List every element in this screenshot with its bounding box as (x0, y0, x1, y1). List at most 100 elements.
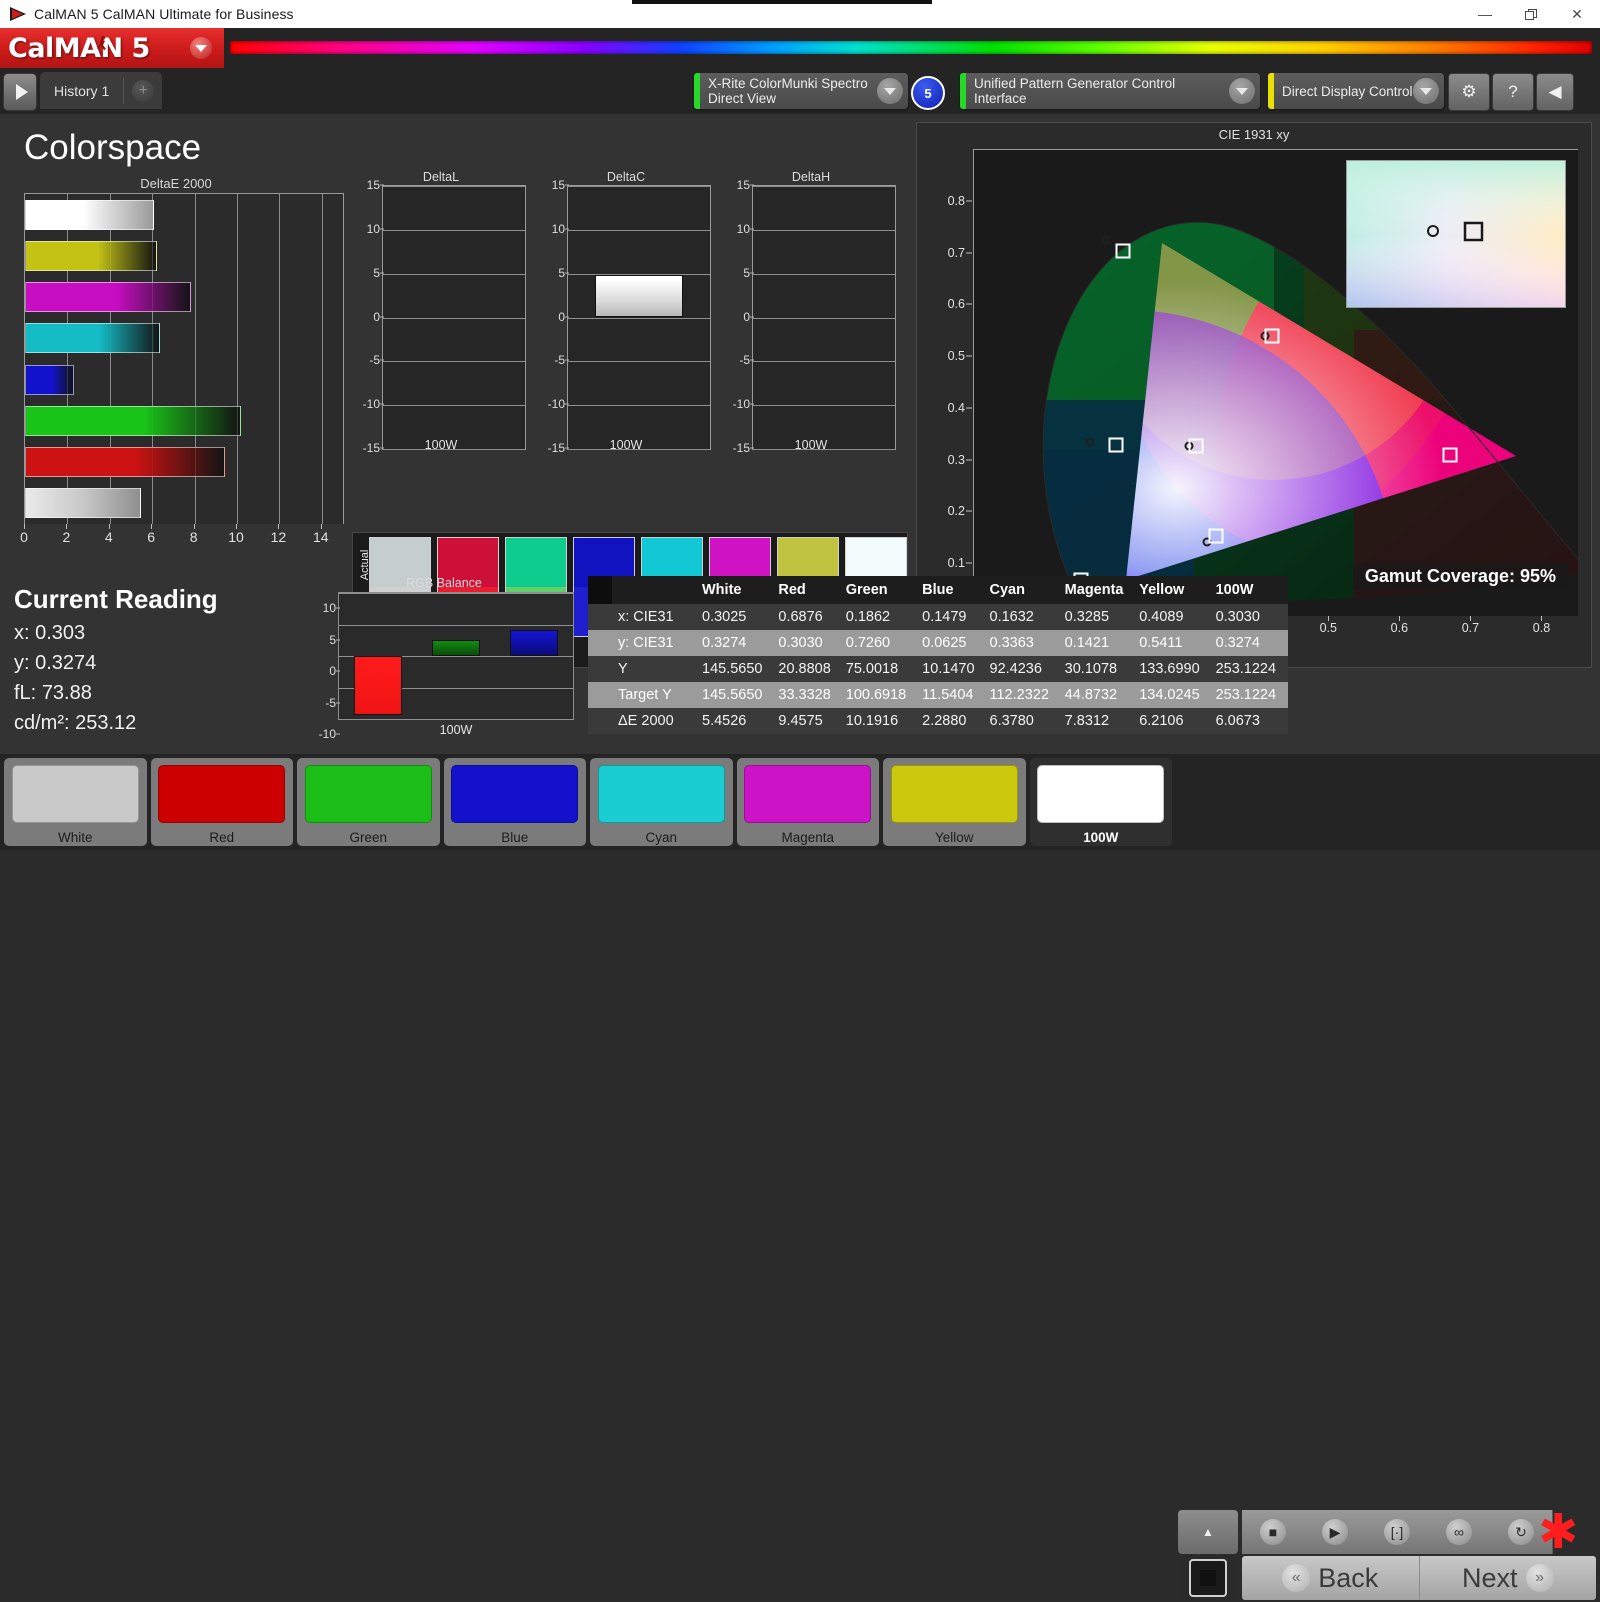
table-cell: 100.6918 (841, 682, 919, 708)
color-chip (744, 765, 872, 823)
cie-plot-area[interactable]: Gamut Coverage: 95% (973, 149, 1578, 616)
sidebar-item-history-1[interactable]: History 1 (40, 83, 123, 99)
axis-tick (336, 702, 340, 703)
axis-tick-label: 15 (366, 178, 380, 192)
color-chip (304, 765, 432, 823)
row-label: Y (612, 656, 698, 682)
axis-tick-label: 0.4 (947, 400, 965, 415)
pattern-generator-selector[interactable]: Unified Pattern Generator Control Interf… (960, 73, 1260, 109)
color-patch-button-magenta[interactable]: Magenta (736, 758, 879, 846)
brand-bar: CalMAN 5 (0, 28, 1600, 68)
table-cell: 0.1632 (985, 604, 1061, 630)
table-row (25, 323, 161, 354)
workflow-play-button[interactable] (3, 73, 37, 111)
reading-label-x: x: (14, 622, 30, 644)
display-control-selector[interactable]: Direct Display Control (1268, 73, 1444, 109)
measure-icon: [·] (1384, 1519, 1410, 1545)
question-mark-icon: ? (1508, 82, 1518, 101)
settings-button[interactable]: ⚙ (1448, 73, 1490, 111)
maximize-icon[interactable] (1508, 0, 1554, 28)
rgb-balance-title: RGB Balance (406, 576, 482, 590)
gridline (753, 405, 895, 407)
gridline (383, 405, 525, 407)
pattern-generator-text: Unified Pattern Generator Control Interf… (974, 76, 1176, 106)
rgb-balance-chart: RGB Balance 10 5 0 -5 -10 100W (310, 576, 578, 746)
axis-tick (750, 316, 754, 317)
chevron-left-icon: ◀ (1548, 82, 1562, 101)
back-button[interactable]: « Back (1242, 1556, 1419, 1600)
deltal-x-label: 100W (424, 438, 458, 452)
color-patch-button-100w[interactable]: 100W (1029, 758, 1172, 846)
bar (353, 656, 403, 715)
stop-button[interactable]: ■ (1242, 1510, 1305, 1554)
axis-tick (966, 510, 972, 512)
help-button[interactable]: ? (1492, 73, 1534, 111)
axis-tick-label: -5 (369, 353, 380, 368)
axis-tick (336, 607, 340, 609)
table-cell: 44.8732 (1060, 682, 1136, 708)
color-patch-button-green[interactable]: Green (297, 758, 440, 846)
row-label: y: CIE31 (612, 630, 698, 656)
table-body: x: CIE31 0.3025 0.6876 0.1862 0.1479 0.1632 0.… (588, 604, 1288, 734)
play-button[interactable]: ▶ (1304, 1510, 1367, 1554)
measure-button[interactable]: [·] (1366, 1510, 1429, 1554)
gridline (383, 361, 525, 363)
color-chip (11, 765, 139, 823)
expand-panel-button[interactable]: ▲ (1178, 1510, 1238, 1554)
chevron-down-icon[interactable] (190, 37, 212, 59)
chevron-down-icon[interactable] (877, 78, 903, 104)
color-patch-label: Red (209, 830, 235, 845)
meter-selector[interactable]: X-Rite ColorMunki Spectro Direct View (694, 73, 908, 109)
color-chip (597, 765, 725, 823)
collapse-panel-button[interactable]: ◀ (1536, 73, 1574, 111)
color-patch-button-red[interactable]: Red (150, 758, 293, 846)
axis-tick-label: 0 (329, 664, 336, 678)
asterisk-icon[interactable]: ✱ (1538, 1509, 1578, 1557)
minimize-button[interactable]: — (1462, 0, 1508, 28)
color-patch-button-yellow[interactable]: Yellow (883, 758, 1026, 846)
axis-tick (336, 670, 340, 672)
color-patch-button-cyan[interactable]: Cyan (590, 758, 733, 846)
row-accent (588, 630, 612, 656)
rgb-plot-area (338, 592, 574, 720)
square-pattern-icon (1189, 1559, 1227, 1597)
axis-tick (750, 184, 754, 186)
pattern-window-button[interactable] (1178, 1556, 1238, 1600)
table-row (25, 282, 192, 313)
axis-tick-label: 0.5 (1319, 621, 1337, 635)
continuous-button[interactable]: ∞ (1428, 1510, 1491, 1554)
axis-tick-label: 0.8 (1532, 621, 1551, 635)
table-cell: 0.7260 (841, 630, 919, 656)
axis-tick (750, 359, 754, 361)
close-button[interactable]: ✕ (1554, 0, 1600, 28)
axis-tick (1541, 616, 1543, 621)
chevron-down-icon[interactable] (1229, 78, 1255, 104)
row-label: Target Y (612, 682, 698, 708)
table-cell: 0.3285 (1060, 604, 1136, 630)
color-patch-button-white[interactable]: White (4, 758, 147, 846)
meter-count-badge[interactable]: 5 (911, 76, 945, 110)
deltah-plot-area (752, 185, 896, 450)
axis-tick (565, 272, 569, 274)
table-row: x: CIE31 0.3025 0.6876 0.1862 0.1479 0.1632 0.… (588, 604, 1288, 630)
axis-tick-label: 15 (551, 178, 565, 192)
reading-value-x: 0.303 (35, 622, 86, 644)
axis-tick-label: 4 (104, 529, 113, 545)
color-patch-label: 100W (1083, 830, 1119, 845)
table-row (25, 240, 157, 271)
chevron-down-icon[interactable] (1413, 78, 1439, 104)
color-patch-button-blue[interactable]: Blue (443, 758, 586, 846)
table-cell: 2.2880 (918, 708, 986, 734)
calman-logo[interactable]: CalMAN 5 (0, 28, 224, 68)
next-button[interactable]: Next » (1418, 1556, 1597, 1600)
table-rowlabel-header (612, 576, 698, 604)
gamut-coverage-readout: Gamut Coverage: 95% (1352, 563, 1568, 590)
add-tab-button[interactable]: + (124, 72, 162, 109)
axis-tick-label: 0 (743, 309, 750, 324)
reading-value-y: 0.3274 (35, 652, 97, 674)
table-cell: 133.6990 (1135, 656, 1212, 682)
axis-tick-label: 10 (228, 529, 244, 545)
deltac-x-label: 100W (609, 438, 643, 452)
axis-tick-label: 0.1 (947, 556, 965, 571)
axis-tick-label: 0.6 (1390, 621, 1409, 635)
